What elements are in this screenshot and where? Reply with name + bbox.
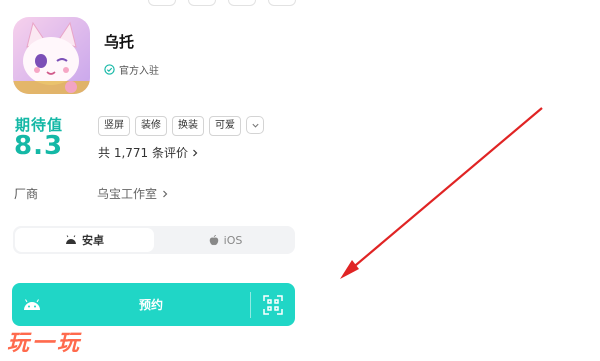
annotation-arrow <box>340 107 543 279</box>
